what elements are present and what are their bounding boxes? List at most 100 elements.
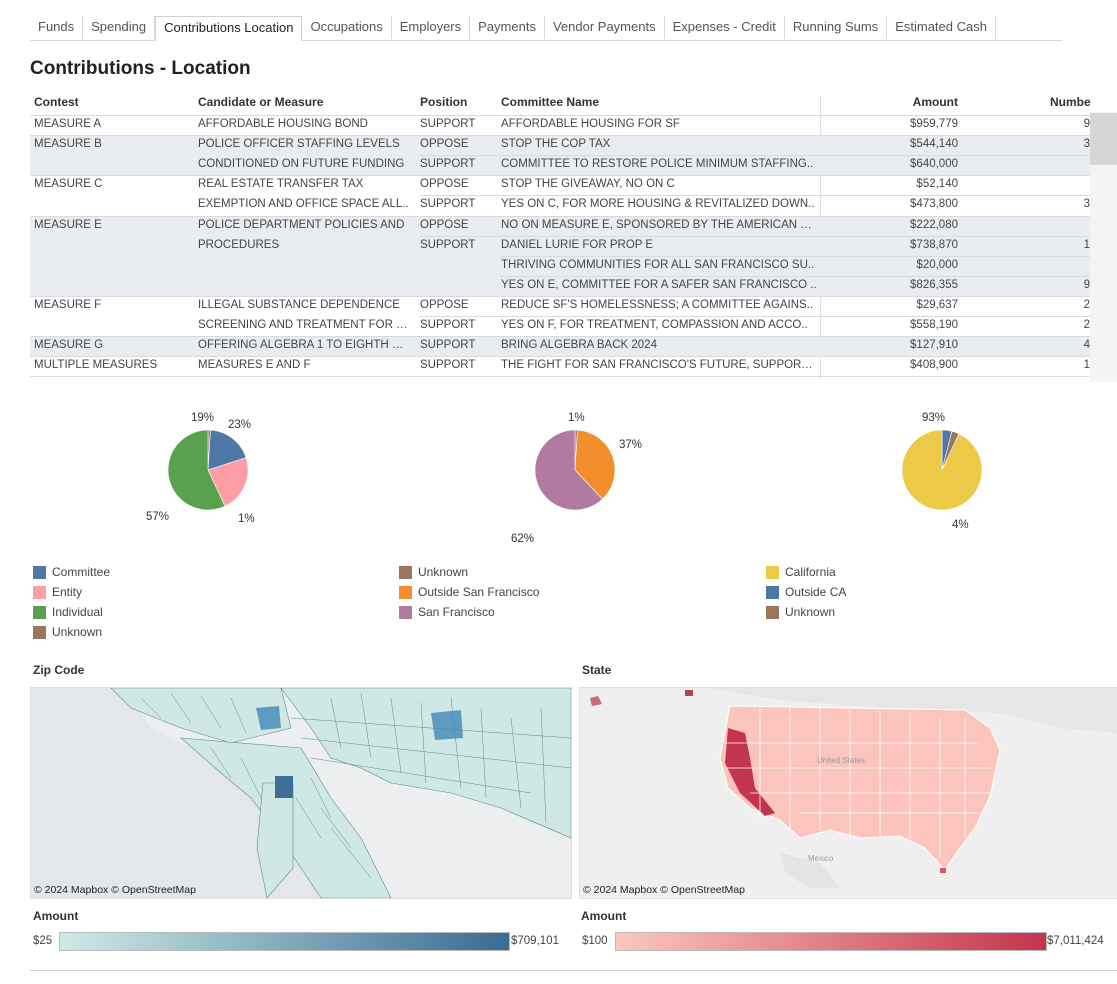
legend-item[interactable]: Outside CA bbox=[766, 582, 846, 602]
legend-swatch bbox=[766, 585, 779, 599]
us-map-label: United States bbox=[817, 756, 865, 765]
page-title: Contributions - Location bbox=[30, 58, 251, 79]
tab-funds[interactable]: Funds bbox=[30, 16, 84, 39]
zip-code-map[interactable]: © 2024 Mapbox © OpenStreetMap bbox=[30, 687, 572, 899]
cell-number: 1 bbox=[1083, 359, 1090, 372]
divider bbox=[30, 970, 1117, 971]
cell-number: 4 bbox=[1083, 339, 1090, 352]
tab-spending[interactable]: Spending bbox=[83, 16, 156, 39]
row-divider bbox=[501, 255, 1090, 257]
header-contest[interactable]: Contest bbox=[34, 95, 79, 109]
cell-number: 9 bbox=[1083, 118, 1090, 130]
cell-contest: MEASURE E bbox=[34, 218, 102, 231]
state-map[interactable]: United States Mexico © 2024 Mapbox © Ope… bbox=[579, 687, 1117, 899]
cell-amount: $558,190 bbox=[910, 319, 958, 331]
cell-contest: MEASURE A bbox=[34, 118, 102, 130]
zip-map-credit: © 2024 Mapbox © OpenStreetMap bbox=[34, 884, 196, 896]
header-amount[interactable]: Amount bbox=[890, 95, 958, 109]
legend-label: Outside San Francisco bbox=[418, 585, 540, 599]
pie-slice-california[interactable] bbox=[901, 429, 983, 511]
cell-position: OPPOSE bbox=[420, 138, 469, 151]
cell-candidate: POLICE OFFICER STAFFING LEVELS bbox=[198, 138, 400, 151]
legend-item[interactable]: Unknown bbox=[766, 602, 846, 622]
pie-value-label: 23% bbox=[228, 419, 251, 431]
cell-number: 2 bbox=[1083, 319, 1090, 331]
header-committee[interactable]: Committee Name bbox=[501, 95, 599, 109]
tab-employers[interactable]: Employers bbox=[392, 16, 471, 39]
tab-bar: Funds Spending Contributions Location Occup… bbox=[30, 16, 1062, 41]
cell-position: SUPPORT bbox=[420, 158, 476, 171]
tab-payments[interactable]: Payments bbox=[470, 16, 545, 39]
cell-candidate: EXEMPTION AND OFFICE SPACE ALL.. bbox=[198, 198, 409, 211]
state-amount-max: $7,011,424 bbox=[1047, 935, 1104, 947]
tab-contributions-location[interactable]: Contributions Location bbox=[155, 16, 303, 41]
legend-item[interactable]: Committee bbox=[33, 562, 110, 582]
cell-committee: STOP THE COP TAX bbox=[501, 138, 611, 151]
row-divider bbox=[420, 235, 1090, 237]
pie-value-label: 37% bbox=[619, 439, 642, 451]
legend-item[interactable]: Individual bbox=[33, 602, 110, 622]
legend-swatch bbox=[399, 585, 412, 599]
cell-amount: $640,000 bbox=[910, 158, 958, 171]
cell-amount: $544,140 bbox=[910, 138, 958, 151]
cell-candidate: POLICE DEPARTMENT POLICIES AND bbox=[198, 218, 405, 231]
header-number[interactable]: Numbe bbox=[1050, 95, 1091, 109]
legend-label: San Francisco bbox=[418, 605, 495, 619]
cell-committee: NO ON MEASURE E, SPONSORED BY THE AMERIC… bbox=[501, 218, 817, 231]
row-divider bbox=[501, 275, 1090, 277]
cell-candidate: MEASURES E AND F bbox=[198, 359, 311, 372]
cell-contest: MEASURE C bbox=[34, 178, 103, 191]
table-scroll-thumb[interactable] bbox=[1090, 113, 1117, 165]
legend-state: California Outside CA Unknown bbox=[766, 562, 846, 622]
cell-position: OPPOSE bbox=[420, 178, 469, 191]
cell-candidate: REAL ESTATE TRANSFER TAX bbox=[198, 178, 364, 191]
tab-running-sums[interactable]: Running Sums bbox=[785, 16, 888, 39]
zip-map-svg bbox=[31, 688, 571, 898]
cell-number: 3 bbox=[1083, 198, 1090, 211]
state-map-svg: United States Mexico bbox=[580, 688, 1117, 898]
row-divider bbox=[30, 336, 1090, 338]
legend-label: Unknown bbox=[418, 565, 469, 579]
cell-contest: MEASURE F bbox=[34, 298, 102, 311]
legend-swatch bbox=[766, 605, 779, 619]
zip-amount-min: $25 bbox=[33, 935, 53, 947]
legend-item[interactable]: Unknown bbox=[33, 622, 110, 642]
row-divider bbox=[30, 215, 1090, 217]
legend-label: Unknown bbox=[785, 605, 836, 619]
state-amount-gradient bbox=[615, 932, 1047, 951]
legend-swatch bbox=[33, 565, 46, 579]
legend-item[interactable]: Unknown bbox=[399, 562, 539, 582]
legend-label: Unknown bbox=[52, 625, 103, 639]
cell-amount: $826,355 bbox=[910, 278, 958, 291]
header-position[interactable]: Position bbox=[420, 95, 467, 109]
tab-estimated-cash[interactable]: Estimated Cash bbox=[887, 16, 996, 39]
cell-committee: THE FIGHT FOR SAN FRANCISCO'S FUTURE, SU… bbox=[501, 359, 817, 372]
legend-item[interactable]: Entity bbox=[33, 582, 110, 602]
legend-item[interactable]: San Francisco bbox=[399, 602, 539, 622]
cell-position: SUPPORT bbox=[420, 118, 476, 130]
cell-position: SUPPORT bbox=[420, 319, 476, 331]
legend-item[interactable]: Outside San Francisco bbox=[399, 582, 539, 602]
pie-charts: 19% 23% 57% 1% 1% 37% 62% 93% 4% bbox=[146, 412, 983, 545]
tab-expenses-credit[interactable]: Expenses - Credit bbox=[665, 16, 785, 39]
cell-position: OPPOSE bbox=[420, 298, 469, 311]
legend-item[interactable]: California bbox=[766, 562, 846, 582]
pie-value-label: 1% bbox=[238, 513, 255, 525]
row-divider bbox=[30, 376, 1090, 378]
row-divider bbox=[30, 175, 1090, 177]
cell-position: SUPPORT bbox=[420, 359, 476, 372]
pie-value-label: 62% bbox=[511, 533, 534, 545]
cell-committee: YES ON F, FOR TREATMENT, COMPASSION AND … bbox=[501, 319, 808, 331]
tab-vendor-payments[interactable]: Vendor Payments bbox=[545, 16, 665, 39]
cell-number: 9 bbox=[1083, 278, 1090, 291]
cell-contest: MEASURE B bbox=[34, 138, 102, 151]
cell-number: 2 bbox=[1083, 298, 1090, 311]
cell-committee: YES ON C, FOR MORE HOUSING & REVITALIZED… bbox=[501, 198, 815, 211]
header-candidate[interactable]: Candidate or Measure bbox=[198, 95, 323, 109]
cell-amount: $959,779 bbox=[910, 118, 958, 130]
row-divider bbox=[420, 195, 1090, 197]
cell-committee: REDUCE SF'S HOMELESSNESS; A COMMITTEE AG… bbox=[501, 298, 814, 311]
state-map-credit: © 2024 Mapbox © OpenStreetMap bbox=[583, 884, 745, 896]
tab-occupations[interactable]: Occupations bbox=[302, 16, 392, 39]
cell-amount: $52,140 bbox=[916, 178, 958, 191]
